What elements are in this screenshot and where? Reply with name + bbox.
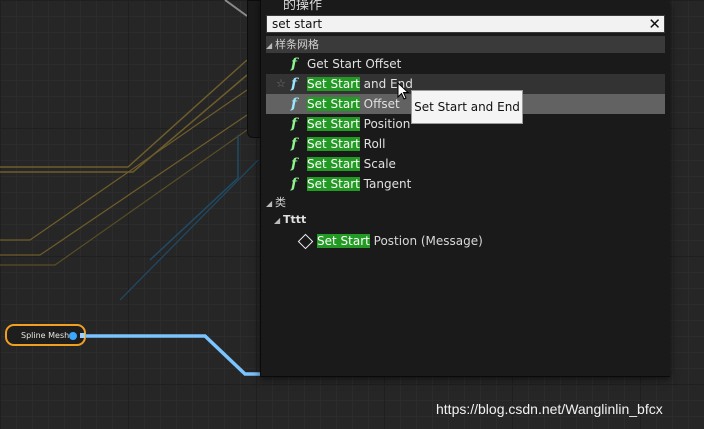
item-label: Set Start Roll: [307, 137, 386, 151]
item-label: Set Start Position: [307, 117, 411, 131]
collapse-triangle-icon: ◢: [266, 199, 273, 208]
action-menu: 的操作 set start ✕ ◢ 样条网格 f Get Start Offset…: [260, 0, 670, 377]
function-icon: f: [291, 76, 298, 92]
menu-item-set-start-tangent[interactable]: f Set Start Tangent: [266, 174, 665, 194]
menu-item-set-start-roll[interactable]: f Set Start Roll: [266, 134, 665, 154]
subcategory-tttt[interactable]: ◢ Tttt: [274, 213, 306, 228]
menu-item-get-start-offset[interactable]: f Get Start Offset: [266, 54, 665, 74]
category-class[interactable]: ◢ 类: [266, 194, 665, 211]
output-pin-icon[interactable]: [69, 332, 77, 340]
item-label: Set Start Offset: [307, 97, 400, 111]
category-label: 样条网格: [275, 38, 319, 51]
function-icon: f: [291, 136, 298, 152]
menu-item-set-start-postion-message[interactable]: Set Start Postion (Message): [296, 232, 666, 250]
item-label: Set Start Tangent: [307, 177, 412, 191]
spline-mesh-label: Spline Mesh: [21, 331, 70, 340]
item-label: Get Start Offset: [307, 57, 402, 71]
menu-title: 的操作: [283, 0, 323, 13]
function-icon: f: [291, 56, 298, 72]
star-icon[interactable]: ☆: [276, 74, 286, 94]
search-input[interactable]: set start ✕: [266, 15, 665, 33]
function-icon: f: [291, 156, 298, 172]
category-spline-mesh[interactable]: ◢ 样条网格: [266, 36, 665, 53]
category-label: 类: [275, 196, 286, 209]
search-value: set start: [272, 17, 323, 31]
item-tooltip: Set Start and End: [411, 90, 523, 124]
message-icon: [297, 233, 314, 250]
function-icon: f: [291, 116, 298, 132]
subcategory-label: Tttt: [283, 213, 307, 226]
item-label: Set Start Postion (Message): [317, 234, 483, 248]
function-icon: f: [291, 176, 298, 192]
watermark: https://blog.csdn.net/Wanglinlin_bfcx: [436, 401, 663, 417]
pin-arrow-icon: [80, 333, 85, 338]
item-label: Set Start Scale: [307, 157, 396, 171]
function-icon: f: [291, 96, 298, 112]
collapse-triangle-icon: ◢: [266, 41, 273, 50]
spline-mesh-node[interactable]: Spline Mesh: [5, 324, 86, 346]
menu-item-set-start-scale[interactable]: f Set Start Scale: [266, 154, 665, 174]
close-icon[interactable]: ✕: [648, 16, 661, 32]
collapse-triangle-icon: ◢: [274, 216, 281, 225]
mouse-cursor-icon: [397, 82, 410, 100]
